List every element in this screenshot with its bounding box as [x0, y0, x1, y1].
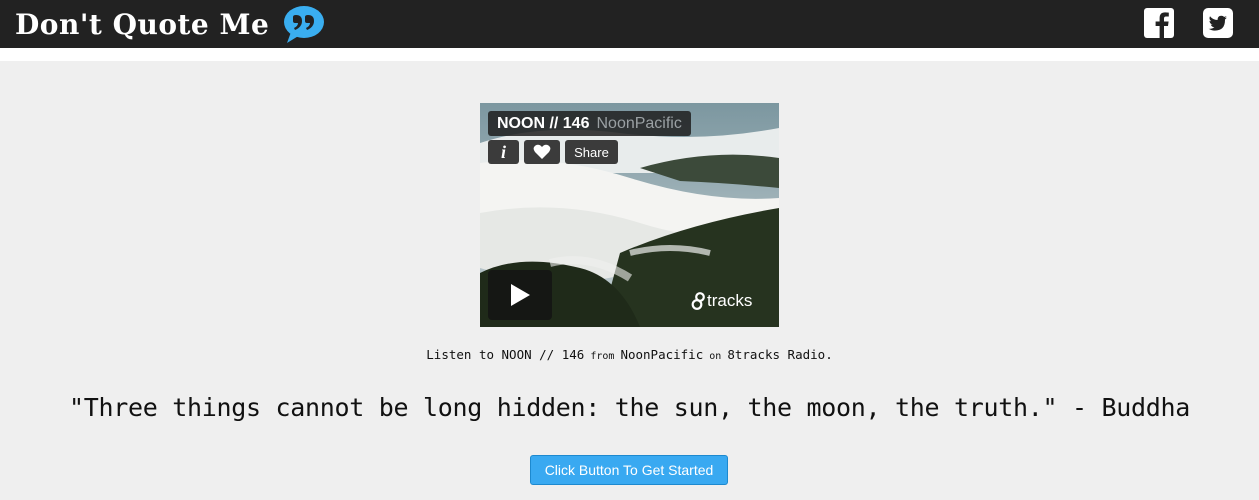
8tracks-logo-text: tracks — [707, 291, 753, 310]
caption-period: . — [825, 347, 833, 362]
header-divider — [0, 48, 1259, 61]
music-player-widget[interactable]: NOON // 146 NoonPacific i Share tracks — [480, 103, 779, 327]
info-button[interactable]: i — [488, 140, 519, 164]
like-button[interactable] — [524, 140, 560, 164]
8tracks-radio-link[interactable]: 8tracks Radio — [727, 347, 825, 362]
facebook-icon[interactable] — [1143, 7, 1175, 39]
user-link[interactable]: NoonPacific — [620, 347, 703, 362]
quote-text: "Three things cannot be long hidden: the… — [68, 393, 1191, 422]
brand-title: Don't Quote Me — [15, 7, 270, 41]
speech-bubble-quote-icon — [283, 4, 325, 44]
mix-title-badge[interactable]: NOON // 146 NoonPacific — [488, 111, 691, 136]
mix-link[interactable]: NOON // 146 — [502, 347, 585, 362]
brand-link[interactable]: Don't Quote Me — [15, 4, 325, 44]
caption-from-text: from — [584, 351, 621, 362]
8tracks-logo-icon — [691, 292, 705, 310]
caption-on-text: on — [703, 351, 728, 362]
mix-user: NoonPacific — [596, 114, 682, 132]
8tracks-logo: tracks — [691, 291, 752, 311]
caption-listen-text: Listen to — [426, 347, 502, 362]
play-icon — [511, 284, 530, 306]
play-button[interactable] — [488, 270, 552, 320]
get-started-button[interactable]: Click Button To Get Started — [530, 455, 728, 485]
navbar: Don't Quote Me — [0, 0, 1259, 48]
info-icon: i — [500, 141, 506, 162]
mix-name: NOON // 146 — [497, 114, 590, 132]
share-button[interactable]: Share — [565, 140, 618, 164]
player-caption: Listen to NOON // 146 from NoonPacific o… — [0, 347, 1259, 362]
heart-icon — [533, 144, 551, 159]
twitter-icon[interactable] — [1202, 7, 1234, 39]
